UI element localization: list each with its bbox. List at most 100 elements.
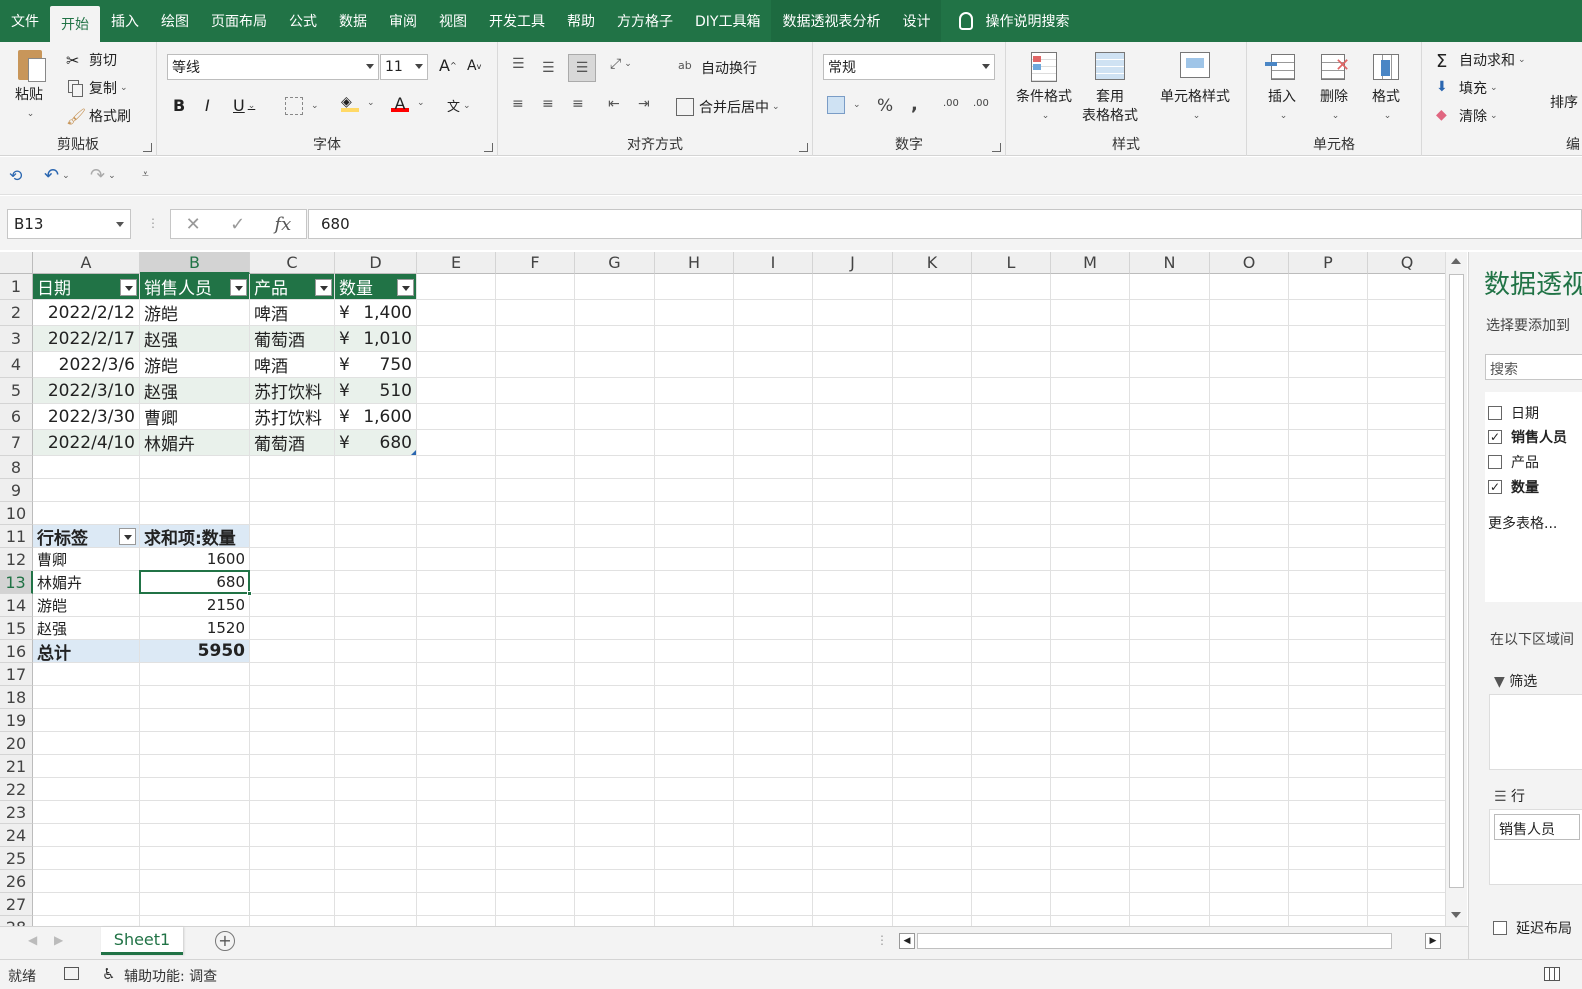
tab-page-layout[interactable]: 页面布局 [200,0,278,42]
table-cell-product[interactable]: 啤酒 [250,352,334,377]
grow-font-button[interactable]: A ^ [439,56,457,75]
align-bottom-button[interactable]: ☰ [568,54,596,82]
italic-button[interactable]: I [205,96,210,115]
table-cell-salesperson[interactable]: 曹卿 [140,404,249,429]
tab-view[interactable]: 视图 [428,0,478,42]
row-header-23[interactable]: 23 [0,801,33,824]
row-header-17[interactable]: 17 [0,663,33,686]
tab-diy[interactable]: DIY工具箱 [684,0,771,42]
wrap-text-button[interactable]: ab 自动换行 [678,58,757,78]
table-cell-product[interactable]: 苏打饮料 [250,378,334,403]
format-as-table-button[interactable]: 套用 表格格式 [1082,50,1138,126]
autosum-button[interactable]: Σ 自动求和 ⌄ [1436,50,1526,72]
row-header-11[interactable]: 11 [0,525,33,548]
table-cell-salesperson[interactable]: 赵强 [140,378,249,403]
table-cell-product[interactable]: 葡萄酒 [250,326,334,351]
table-cell-product[interactable]: 葡萄酒 [250,430,334,455]
accessibility-icon[interactable]: ♿ [102,965,115,983]
table-cell-date[interactable]: 2022/3/10 [33,378,139,403]
filter-dropdown-icon[interactable] [120,279,137,296]
table-cell-quantity[interactable]: ¥1,010 [335,326,416,351]
tab-scroll-right-icon[interactable]: ▶ [54,933,63,947]
tab-developer[interactable]: 开发工具 [478,0,556,42]
table-cell-salesperson[interactable]: 赵强 [140,326,249,351]
column-header-k[interactable]: K [893,252,972,274]
macro-record-icon[interactable] [64,967,79,980]
normal-view-icon[interactable] [1544,967,1560,981]
tab-help[interactable]: 帮助 [556,0,606,42]
column-header-l[interactable]: L [972,252,1051,274]
table-cell-date[interactable]: 2022/2/17 [33,326,139,351]
pivot-row-value[interactable]: 2150 [140,594,249,616]
row-header-3[interactable]: 3 [0,326,33,352]
row-header-9[interactable]: 9 [0,479,33,502]
row-header-19[interactable]: 19 [0,709,33,732]
table-cell-quantity[interactable]: ¥1,600 [335,404,416,429]
decrease-indent-button[interactable]: ⇤ [608,96,620,112]
tab-draw[interactable]: 绘图 [150,0,200,42]
tab-formulas[interactable]: 公式 [278,0,328,42]
conditional-format-button[interactable]: 条件格式 ⌄ [1016,50,1072,126]
vertical-scroll-thumb[interactable] [1449,274,1464,888]
fill-color-button[interactable]: ◈ ⌄ [341,94,375,112]
column-header-a[interactable]: A [33,252,140,274]
pivot-value-header[interactable]: 求和项:数量 [140,525,249,547]
pivot-filter-icon[interactable] [119,528,136,545]
table-cell-date[interactable]: 2022/3/6 [33,352,139,377]
tab-fangfang[interactable]: 方方格子 [606,0,684,42]
underline-button[interactable]: U ⌄ [233,96,255,115]
tab-file[interactable]: 文件 [0,0,50,42]
filter-dropdown-icon[interactable] [315,279,332,296]
pivot-row-value[interactable]: 1520 [140,617,249,639]
tab-data[interactable]: 数据 [328,0,378,42]
font-name-select[interactable]: 等线 [167,54,379,80]
column-header-h[interactable]: H [655,252,734,274]
table-cell-quantity[interactable]: ¥750 [335,352,416,377]
number-launcher-icon[interactable] [992,143,1001,152]
filter-dropdown-icon[interactable] [397,279,414,296]
phonetic-button[interactable]: 文 ⌄ [447,96,471,115]
sort-filter-button[interactable]: 排序 [1550,92,1578,112]
tab-insert[interactable]: 插入 [100,0,150,42]
select-all-corner[interactable] [0,252,33,274]
field-quantity[interactable]: ✓ 数量 [1488,477,1539,497]
row-header-12[interactable]: 12 [0,548,33,571]
row-header-21[interactable]: 21 [0,755,33,778]
scroll-up-icon[interactable] [1451,258,1461,264]
table-cell-salesperson[interactable]: 林媚卉 [140,430,249,455]
add-sheet-icon[interactable]: + [215,931,235,951]
tab-design[interactable]: 设计 [891,0,942,42]
orientation-button[interactable]: ⤢ ⌄ [610,56,632,72]
fill-handle[interactable] [247,591,252,596]
column-header-d[interactable]: D [335,252,417,274]
fill-button[interactable]: ⬇ 填充 ⌄ [1436,78,1498,98]
name-box[interactable]: B13 [7,209,131,239]
scroll-down-icon[interactable] [1451,912,1461,918]
column-header-c[interactable]: C [250,252,335,274]
table-cell-date[interactable]: 2022/2/12 [33,300,139,325]
table-cell-quantity[interactable]: ¥680 [335,430,416,455]
row-header-7[interactable]: 7 [0,430,33,456]
worksheet-grid[interactable]: ABCDEFGHIJKLMNOPQ 1 2 3 4 5 6 7 8 9 10 11 12 13 14 15 1… [0,252,1445,926]
shrink-font-button[interactable]: Av [467,58,481,74]
paste-button[interactable]: 粘贴 ⌄ [12,48,46,124]
filter-dropdown-icon[interactable] [230,279,247,296]
table-cell-salesperson[interactable]: 游皑 [140,352,249,377]
field-search-input[interactable]: 搜索 [1485,354,1582,380]
field-quantity-checkbox[interactable]: ✓ [1488,480,1502,494]
column-header-f[interactable]: F [496,252,575,274]
column-header-b[interactable]: B [140,252,250,274]
row-header-10[interactable]: 10 [0,502,33,525]
field-date[interactable]: 日期 [1488,403,1539,423]
field-date-checkbox[interactable] [1488,406,1502,420]
table-cell-date[interactable]: 2022/4/10 [33,430,139,455]
pivot-row-label[interactable]: 林媚卉 [33,571,139,593]
row-header-1[interactable]: 1 [0,274,33,300]
row-header-2[interactable]: 2 [0,300,33,326]
vertical-scrollbar[interactable] [1445,252,1467,926]
horizontal-scroll-thumb[interactable] [917,933,1392,949]
font-size-select[interactable]: 11 [380,54,428,80]
number-format-select[interactable]: 常规 [823,54,995,80]
column-header-n[interactable]: N [1130,252,1210,274]
align-middle-button[interactable]: ☰ [542,60,555,76]
